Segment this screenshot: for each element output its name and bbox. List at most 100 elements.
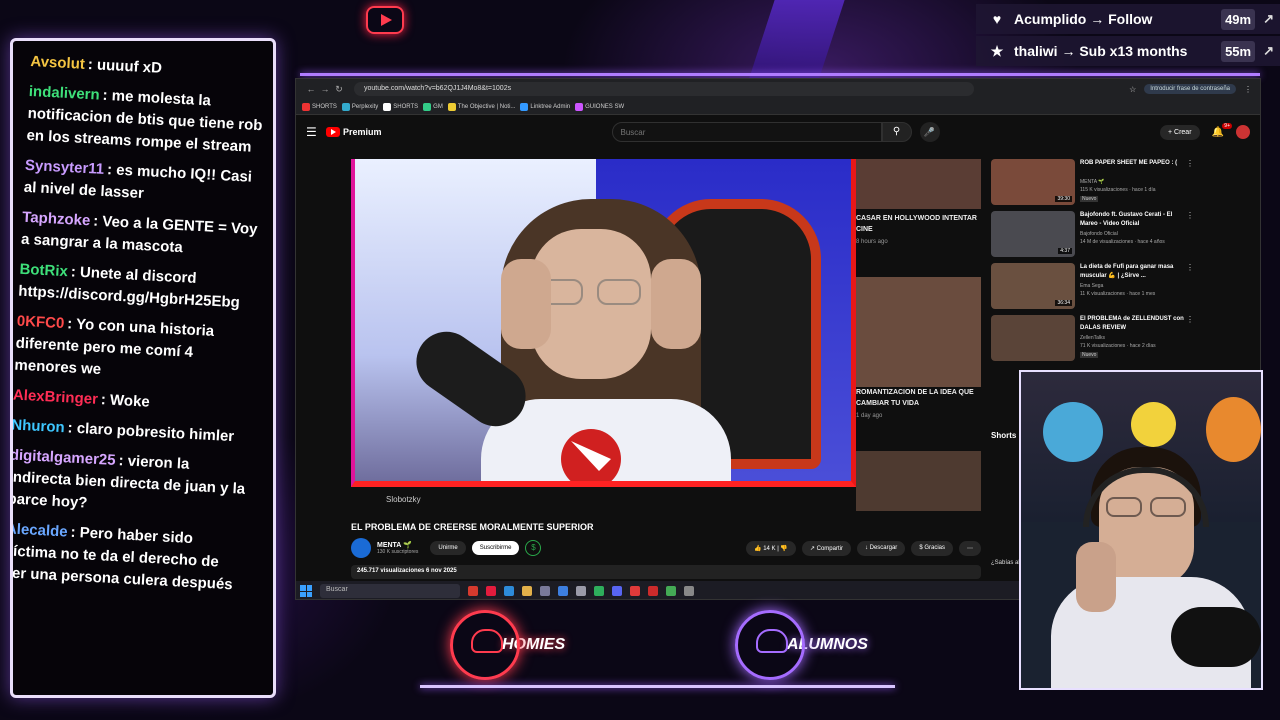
chrome-icon[interactable]: [594, 586, 604, 596]
bookmark-item[interactable]: SHORTS: [383, 102, 418, 111]
chat-username[interactable]: Avsolut: [30, 53, 85, 73]
brave-icon[interactable]: [468, 586, 478, 596]
video-thumbnail[interactable]: 36:34: [991, 263, 1075, 309]
windows-start-icon[interactable]: [300, 585, 312, 597]
bookmarks-bar: SHORTS Perplexity SHORTS GM The Objective | …: [296, 99, 1260, 115]
avatar[interactable]: [1236, 125, 1250, 139]
description-box[interactable]: 245.717 visualizaciones 6 nov 2025: [351, 565, 981, 579]
video-thumbnail[interactable]: [991, 315, 1075, 361]
chat-panel: Avsolut: uuuuf xD indalivern: me molesta …: [10, 38, 276, 698]
create-button[interactable]: + Crear: [1159, 124, 1200, 140]
video-actions: 👍 14 K | 👎 ↗ Compartir ↓ Descargar $ Gra…: [746, 540, 981, 556]
video-frame: [351, 159, 856, 487]
bookmark-item[interactable]: GUIONES SW: [575, 102, 624, 111]
chat-username[interactable]: Taphzoke: [22, 209, 91, 230]
video-title[interactable]: ROB PAPER SHEET ME PAPEO : (: [1080, 159, 1190, 168]
video-title[interactable]: Bajofondo ft. Gustavo Cerati - El Mareo …: [1080, 211, 1190, 229]
sidebar-video-item[interactable]: 39:30 ROB PAPER SHEET ME PAPEO : ( MENTA 🌱…: [991, 159, 1256, 211]
video-thumbnail[interactable]: 4:37: [991, 211, 1075, 257]
mic-icon[interactable]: 🎤: [919, 122, 940, 142]
chat-message: digitalgamer25: vieron la indirecta bien…: [13, 444, 250, 522]
app-icon[interactable]: [684, 586, 694, 596]
opera-icon[interactable]: [486, 586, 496, 596]
more-icon[interactable]: ⋮: [1186, 159, 1194, 168]
video-player[interactable]: [351, 159, 856, 487]
video-channel[interactable]: Bajofondo Oficial: [1080, 231, 1118, 237]
password-prompt[interactable]: Introducir frase de contraseña: [1144, 84, 1236, 94]
alert-sub: ★ thaliwi → Sub x13 months 55m ↗: [976, 36, 1280, 66]
video-meta: 11 K visualizaciones · hace 1 mes: [1080, 291, 1156, 297]
video-title[interactable]: El PROBLEMA de ZELLENDUST con DALAS REVI…: [1080, 315, 1190, 333]
video-channel[interactable]: MENTA 🌱: [1080, 179, 1104, 185]
video-channel[interactable]: ZellenTalks: [1080, 335, 1105, 341]
heart-icon: ♥: [992, 11, 1002, 27]
more-icon[interactable]: ⋯: [959, 540, 981, 556]
thanks-dollar-icon[interactable]: $: [525, 540, 542, 556]
discord-icon[interactable]: [612, 586, 622, 596]
more-icon[interactable]: ⋮: [1186, 315, 1194, 324]
menu-dots-icon[interactable]: ⋮: [1244, 85, 1252, 94]
rec-thumbnail[interactable]: [856, 159, 981, 209]
related-videos: 39:30 ROB PAPER SHEET ME PAPEO : ( MENTA 🌱…: [991, 159, 1256, 566]
app-icon[interactable]: [540, 586, 550, 596]
more-icon[interactable]: ⋮: [1186, 211, 1194, 220]
app-icon[interactable]: [576, 586, 586, 596]
alert-time: 55m: [1221, 40, 1256, 62]
star-bookmark-icon[interactable]: ☆: [1129, 85, 1136, 94]
rec-thumbnail[interactable]: [856, 277, 981, 387]
app-icon[interactable]: [666, 586, 676, 596]
app-icon[interactable]: [558, 586, 568, 596]
search-input[interactable]: [611, 122, 882, 142]
video-duration: 4:37: [1058, 248, 1072, 254]
bookmark-item[interactable]: Linktree Admin: [520, 102, 570, 111]
chat-message: 0KFC0: Yo con una historia diferente per…: [14, 311, 257, 389]
chat-username[interactable]: Synsyter11: [25, 157, 105, 178]
rec-title[interactable]: CASAR EN HOLLYWOOD INTENTAR CINE: [856, 213, 981, 235]
address-bar[interactable]: youtube.com/watch?v=b62QJ1J4Mo8&t=1002s: [354, 82, 974, 96]
taskbar-search[interactable]: Buscar: [320, 584, 460, 598]
chat-username[interactable]: Alecalde: [13, 520, 68, 540]
rec-thumbnail[interactable]: [856, 451, 981, 511]
search-icon[interactable]: ⚲: [881, 122, 912, 142]
chat-username[interactable]: AlexBringer: [13, 387, 98, 408]
sidebar-video-item[interactable]: El PROBLEMA de ZELLENDUST con DALAS REVI…: [991, 315, 1256, 367]
bell-icon[interactable]: 🔔 9+: [1212, 122, 1232, 138]
folder-icon[interactable]: [522, 586, 532, 596]
join-button[interactable]: Unirme: [430, 541, 466, 555]
pokeball-icon[interactable]: [648, 586, 658, 596]
channel-name[interactable]: MENTA 🌱: [377, 541, 418, 549]
like-button[interactable]: 👍 14 K | 👎: [746, 540, 796, 556]
more-icon[interactable]: ⋮: [1186, 263, 1194, 272]
video-thumbnail[interactable]: 39:30: [991, 159, 1075, 205]
reload-icon[interactable]: ↻: [332, 84, 346, 95]
sidebar-video-item[interactable]: 36:34 La dieta de Fufi para ganar masa mu…: [991, 263, 1256, 315]
thanks-button[interactable]: $ Gracias: [911, 540, 953, 556]
share-button[interactable]: ↗ Compartir: [801, 540, 851, 556]
chat-username[interactable]: Nhuron: [13, 416, 65, 436]
channel-avatar[interactable]: [351, 538, 371, 558]
bookmark-item[interactable]: GM: [423, 102, 443, 111]
subscribe-button[interactable]: Suscribirme: [471, 541, 520, 555]
forward-icon[interactable]: →: [318, 84, 332, 94]
bookmark-item[interactable]: SHORTS: [302, 102, 337, 111]
youtube-logo[interactable]: Premium: [326, 127, 382, 137]
sidebar-video-item[interactable]: 4:37 Bajofondo ft. Gustavo Cerati - El Ma…: [991, 211, 1256, 263]
hamburger-menu-icon[interactable]: ☰: [306, 125, 326, 139]
chat-username[interactable]: indalivern: [28, 83, 100, 104]
rec-title[interactable]: ROMANTIZACION DE LA IDEA QUE CAMBIAR TU …: [856, 387, 981, 409]
video-channel[interactable]: Ema Sega: [1080, 283, 1103, 289]
plush-toy: [1206, 397, 1261, 462]
bookmark-item[interactable]: Perplexity: [341, 102, 378, 111]
video-title[interactable]: La dieta de Fufi para ganar masa muscula…: [1080, 263, 1190, 281]
chat-username[interactable]: BotRix: [19, 261, 68, 281]
homies-logo-icon: [450, 610, 520, 680]
search-bar: ⚲ 🎤: [611, 122, 940, 142]
download-button[interactable]: ↓ Descargar: [856, 540, 906, 556]
chat-username[interactable]: 0KFC0: [16, 313, 64, 332]
edge-icon[interactable]: [504, 586, 514, 596]
chat-username[interactable]: digitalgamer25: [13, 446, 116, 469]
download-label: Descargar: [869, 544, 898, 551]
back-icon[interactable]: ←: [304, 84, 318, 94]
bookmark-item[interactable]: The Objective | Noti...: [447, 102, 515, 111]
app-icon[interactable]: [630, 586, 640, 596]
